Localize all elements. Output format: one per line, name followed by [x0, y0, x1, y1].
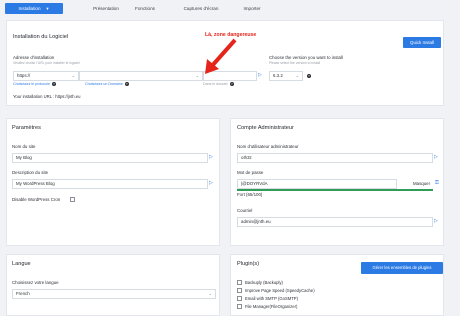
help-icon[interactable]: ? — [229, 82, 234, 87]
version-select[interactable]: 6.3.2 ⌄ — [269, 71, 303, 81]
password-strength-bar — [237, 189, 433, 191]
plugin-label: Email with SMTP (GoSMTP) — [245, 296, 298, 301]
site-desc-input[interactable]: My WordPress Blog — [12, 179, 208, 189]
domain-hint-text: Choisissez un Domaine — [85, 82, 123, 86]
plugin-checkbox[interactable] — [237, 280, 242, 285]
plugin-checkbox[interactable] — [237, 304, 242, 309]
chevron-down-icon: ⌄ — [195, 73, 199, 78]
plugin-checkbox[interactable] — [237, 296, 242, 301]
red-arrow-annotation — [205, 38, 237, 74]
tab-importer[interactable]: Importer — [236, 3, 268, 14]
domain-hint: Choisissez un Domaine? — [85, 82, 129, 87]
go-arrow-icon[interactable]: ▷ — [258, 72, 262, 78]
current-url-label: Your installation URL : — [13, 94, 55, 99]
language-title: Langue — [12, 261, 31, 267]
current-url-value: https://jnth.eu — [55, 94, 81, 99]
language-value: French — [16, 291, 30, 296]
go-arrow-icon[interactable]: ▷ — [209, 180, 213, 186]
site-name-input[interactable]: My Blog — [12, 153, 208, 163]
admin-email-label: Courriel — [237, 208, 253, 213]
language-panel: Langue Choisissez votre langue French ⌄ — [6, 254, 220, 316]
tab-fonctions[interactable]: Fonctions — [126, 3, 164, 14]
version-sublabel: Please select the version to install — [269, 61, 321, 65]
tab-installation-label: Installation — [18, 6, 41, 11]
mask-password-button[interactable]: Masquer — [413, 181, 430, 186]
plugins-title: Plugin(s) — [237, 261, 260, 267]
plugin-label: File Manager(FileOrganizer) — [245, 304, 298, 309]
admin-user-input[interactable]: oIh3z — [237, 153, 433, 163]
tab-presentation[interactable]: Présentation — [82, 3, 130, 14]
language-select-label: Choisissez votre langue — [12, 280, 59, 285]
tab-captures[interactable]: Captures d'écran — [176, 3, 226, 14]
manage-plugins-button[interactable]: Gérer les ensembles de plugins — [361, 262, 443, 274]
site-name-label: Nom du site — [12, 144, 36, 149]
admin-panel: Compte Administrateur Nom d'utilisateur … — [230, 118, 444, 246]
chevron-down-icon: ▼ — [45, 6, 50, 11]
domain-select[interactable]: ⌄ — [79, 71, 203, 81]
address-label: Adresse d'installation — [13, 55, 55, 60]
protocol-hint: Choisissez le protocole? — [13, 82, 56, 87]
help-icon[interactable]: ? — [307, 74, 311, 78]
go-arrow-icon[interactable]: ▷ — [209, 154, 213, 160]
cron-label: Disable WordPress Cron — [12, 197, 61, 202]
admin-user-label: Nom d'utilisateur administrateur — [237, 144, 299, 149]
directory-hint-text: Dans le dossier — [203, 82, 228, 86]
help-icon[interactable]: ? — [124, 82, 129, 87]
admin-pass-input[interactable]: |@DOYRVdA — [237, 179, 397, 189]
settings-panel: Paramètres Nom du site My Blog ▷ Descrip… — [6, 118, 220, 246]
directory-hint: Dans le dossier? — [203, 82, 234, 87]
go-arrow-icon[interactable]: ▷ — [434, 154, 438, 160]
admin-email-input[interactable]: admin@jnth.eu — [237, 217, 433, 227]
key-icon[interactable]: ⚿ — [435, 180, 439, 186]
install-panel: Installation du Logiciel Quick Install A… — [6, 20, 444, 106]
plugin-label: Backuply (Backuply) — [245, 280, 283, 285]
language-select[interactable]: French ⌄ — [12, 289, 216, 299]
plugins-panel: Plugin(s) Gérer les ensembles de plugins… — [230, 254, 444, 316]
tab-bar: Installation ▼ Présentation Fonctions Cap… — [0, 0, 460, 17]
install-title: Installation du Logiciel — [13, 34, 69, 40]
address-sublabel: Veuillez choisir l'URL pour installer le… — [13, 61, 80, 65]
password-strength: Fort (65/100) — [237, 192, 263, 197]
version-label: Choose the version you want to install — [269, 55, 343, 60]
admin-title: Compte Administrateur — [237, 125, 294, 131]
protocol-select[interactable]: https:// ⌄ — [13, 71, 79, 81]
plugin-checkbox[interactable] — [237, 288, 242, 293]
settings-title: Paramètres — [12, 125, 41, 131]
chevron-down-icon: ⌄ — [295, 73, 299, 78]
go-arrow-icon[interactable]: ▷ — [434, 218, 438, 224]
help-icon[interactable]: ? — [51, 82, 56, 87]
plugin-label: Improve Page Speed (SpeedyCache) — [245, 288, 315, 293]
chevron-down-icon: ⌄ — [208, 291, 212, 296]
protocol-hint-text: Choisissez le protocole — [13, 82, 50, 86]
current-url: Your installation URL : https://jnth.eu — [13, 94, 80, 99]
chevron-down-icon: ⌄ — [71, 73, 75, 78]
version-value: 6.3.2 — [273, 73, 283, 78]
protocol-value: https:// — [17, 73, 31, 78]
admin-pass-label: Mot de passe — [237, 170, 264, 175]
cron-checkbox[interactable] — [70, 197, 75, 202]
quick-install-button[interactable]: Quick Install — [403, 37, 441, 48]
tab-installation[interactable]: Installation ▼ — [5, 3, 63, 14]
site-desc-label: Description du site — [12, 170, 49, 175]
